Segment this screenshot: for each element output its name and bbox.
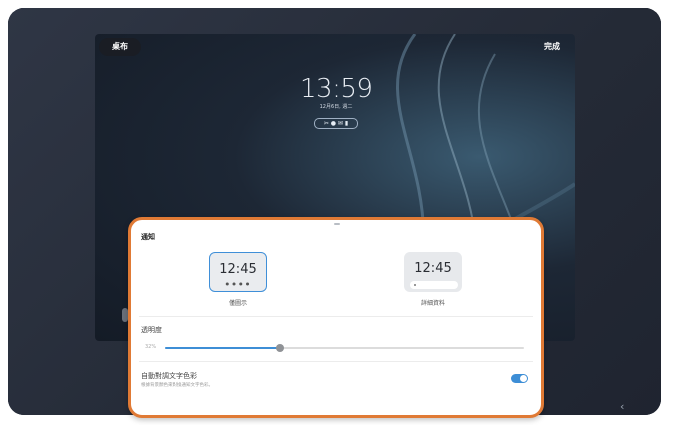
auto-color-toggle[interactable] <box>511 374 528 383</box>
divider <box>139 361 533 362</box>
preview-dots: ● ● ● ● <box>225 281 251 286</box>
sheet-handle[interactable] <box>334 223 340 225</box>
lockscreen-date: 12月6日, 週二 <box>319 104 353 110</box>
back-icon[interactable]: ‹ <box>620 400 624 413</box>
transparency-slider[interactable] <box>165 344 524 352</box>
notification-icons-text: ✂ ● ✉ ▮ <box>323 120 349 127</box>
transparency-value: 32% <box>145 344 157 350</box>
divider <box>139 316 533 317</box>
auto-color-label: 自動對調文字色彩 <box>141 372 197 380</box>
sheet-title: 通知 <box>141 233 155 241</box>
preview-time: 12:45 <box>414 261 452 276</box>
done-button[interactable]: 完成 <box>538 38 566 56</box>
auto-color-description: 根據背景顏色來對換通知文字色彩。 <box>141 383 213 388</box>
wallpaper-button[interactable]: 桌布 <box>99 38 141 56</box>
preview-time: 12:45 <box>219 262 257 277</box>
detailed-label: 詳細資料 <box>420 300 445 307</box>
transparency-label: 透明度 <box>141 326 162 334</box>
icons-only-option[interactable]: 12:45 ● ● ● ● <box>209 252 267 292</box>
slider-thumb[interactable] <box>275 344 284 352</box>
icons-only-label: 僅圖示 <box>228 300 247 307</box>
lockscreen-clock: 13:59 <box>300 74 373 104</box>
notification-icons[interactable]: ✂ ● ✉ ▮ <box>314 118 358 129</box>
slider-fill <box>165 347 280 349</box>
detailed-option[interactable]: 12:45 <box>404 252 462 292</box>
notification-settings-sheet: 通知 12:45 ● ● ● ● 僅圖示 12:45 詳細資料 透明度 32% … <box>128 217 544 418</box>
preview-notification-bar <box>410 281 458 289</box>
